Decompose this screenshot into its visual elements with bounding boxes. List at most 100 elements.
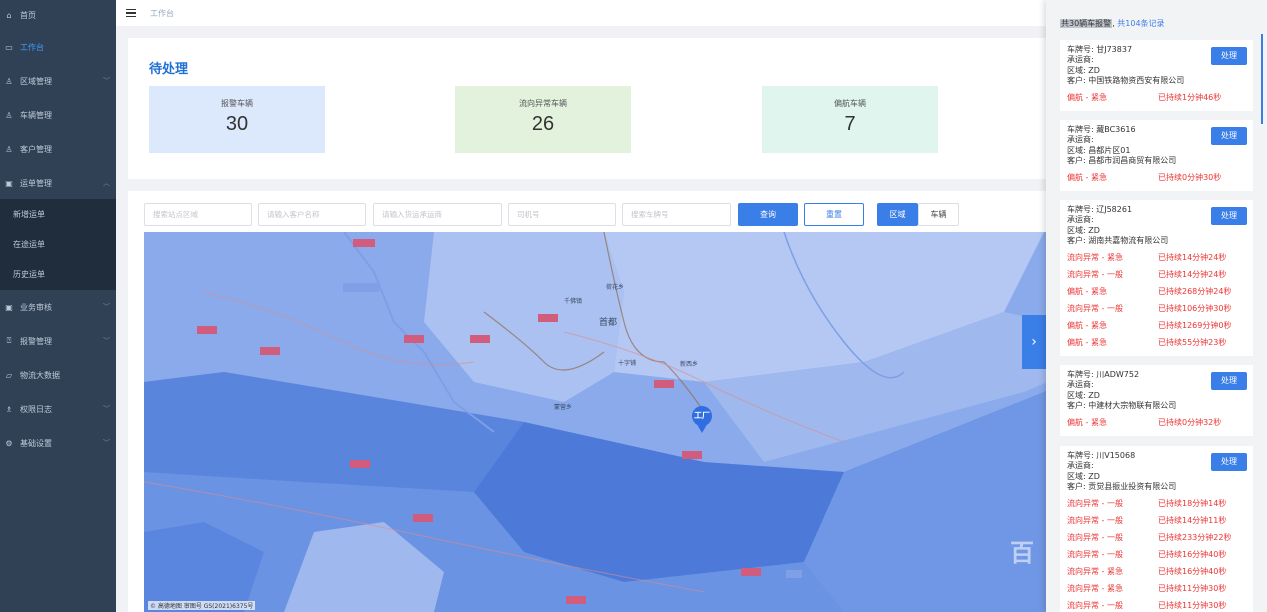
alarm-type: 偏航 - 紧急: [1067, 337, 1107, 347]
alarm-duration: 已持续16分钟40秒: [1158, 566, 1227, 576]
site-area-search-input[interactable]: 搜索站点区域: [144, 203, 252, 226]
alarm-row[interactable]: 偏航 - 紧急 已持续0分钟30秒: [1067, 169, 1246, 186]
alarm-type: 偏航 - 紧急: [1067, 320, 1107, 330]
sidebar-subitem-history-waybill[interactable]: 历史运单: [0, 259, 116, 289]
reset-button[interactable]: 重置: [804, 203, 864, 226]
alarm-record-count: 共104条记录: [1117, 19, 1165, 28]
region-icon: ♙: [5, 76, 13, 86]
alarm-duration: 已持续1269分钟0秒: [1158, 320, 1232, 330]
process-button[interactable]: 处理: [1211, 372, 1247, 390]
process-button[interactable]: 处理: [1211, 127, 1247, 145]
alarm-row[interactable]: 流向异常 - 紧急 已持续14分钟24秒: [1067, 249, 1246, 266]
sidebar-subitem-transit-waybill[interactable]: 在途运单: [0, 229, 116, 259]
alarm-summary: 共30辆车报警, 共104条记录: [1060, 18, 1165, 29]
chevron-right-icon[interactable]: ›: [1022, 315, 1046, 369]
alarm-type: 流向异常 - 一般: [1067, 269, 1123, 279]
vehicle-icon: ♙: [5, 110, 13, 120]
sidebar-item-label: 权限日志: [20, 404, 52, 414]
map-attribution: © 高德地图 审图号 GS(2021)6375号: [148, 601, 256, 610]
alarm-card-area: 区域: ZD: [1067, 65, 1100, 75]
svg-text:荷花乡: 荷花乡: [606, 283, 624, 291]
process-button[interactable]: 处理: [1211, 207, 1247, 225]
sidebar-item-customer[interactable]: ♙ 客户管理: [0, 134, 116, 164]
alarm-type: 流向异常 - 一般: [1067, 515, 1123, 525]
customer-name-input[interactable]: 请输入客户名称: [258, 203, 366, 226]
alarm-list: 偏航 - 紧急 已持续1分钟46秒: [1067, 89, 1246, 106]
stat-value: 26: [531, 113, 555, 135]
sidebar-item-region[interactable]: ♙ 区域管理 ﹀: [0, 66, 116, 96]
process-button[interactable]: 处理: [1211, 47, 1247, 65]
plate-search-input[interactable]: 搜索车牌号: [622, 203, 731, 226]
alarm-duration: 已持续14分钟24秒: [1158, 269, 1227, 279]
alarm-card[interactable]: 车牌号: 辽J58261 承运商: 区域: ZD 客户: 湖南共嘉物流有限公司 处理 流向…: [1060, 200, 1253, 357]
alarm-type: 流向异常 - 一般: [1067, 303, 1123, 313]
process-button[interactable]: 处理: [1211, 453, 1247, 471]
alarm-row[interactable]: 流向异常 - 一般 已持续16分钟40秒: [1067, 546, 1246, 563]
alarm-card[interactable]: 车牌号: 川V15068 承运商: 区域: ZD 客户: 贡觉县振业投资有限公司 处理流…: [1060, 446, 1253, 612]
alarm-type: 偏航 - 紧急: [1067, 172, 1107, 182]
sidebar-item-bigdata[interactable]: ▱ 物流大数据: [0, 360, 116, 390]
watermark: 百: [1010, 539, 1036, 567]
consignee-input[interactable]: 请输入货运承运商: [373, 203, 502, 226]
alarm-card-customer: 客户: 中建材大宗物联有限公司: [1067, 400, 1177, 410]
alarm-panel: 共30辆车报警, 共104条记录 车牌号: 甘J73837 承运商: 区域: ZD 客…: [1046, 0, 1267, 612]
sidebar-item-label: 区域管理: [20, 76, 52, 86]
alarm-card[interactable]: 车牌号: 甘J73837 承运商: 区域: ZD 客户: 中国铁路物资西安有限公司 处理…: [1060, 40, 1253, 112]
driver-number-input[interactable]: 司机号: [508, 203, 616, 226]
alarm-icon: ⍰: [6, 336, 12, 345]
alarm-row[interactable]: 流向异常 - 一般 已持续106分钟30秒: [1067, 300, 1246, 317]
alarm-list: 偏航 - 紧急 已持续0分钟32秒: [1067, 414, 1246, 431]
sidebar-item-label: 运单管理: [20, 178, 52, 188]
alarm-row[interactable]: 流向异常 - 紧急 已持续16分钟40秒: [1067, 563, 1246, 580]
alarm-card-area: 区域: ZD: [1067, 225, 1100, 235]
sidebar-item-label: 客户管理: [20, 144, 52, 154]
tab-region[interactable]: 区域: [877, 203, 918, 226]
alarm-type: 流向异常 - 一般: [1067, 498, 1123, 508]
stat-flow-abnormal-vehicles[interactable]: 流向异常车辆 26: [455, 86, 631, 153]
chevron-up-icon: ︿: [103, 179, 110, 187]
stat-alarm-vehicles[interactable]: 报警车辆 30: [149, 86, 325, 153]
sidebar-item-waybill[interactable]: ▣ 运单管理 ︿: [0, 168, 116, 198]
alarm-row[interactable]: 偏航 - 紧急 已持续1分钟46秒: [1067, 89, 1246, 106]
alarm-card-customer: 客户: 昌都市润昌商贸有限公司: [1067, 155, 1177, 165]
alarm-row[interactable]: 流向异常 - 一般 已持续11分钟30秒: [1067, 597, 1246, 612]
factory-pin-label[interactable]: 工厂: [694, 410, 710, 421]
sidebar: ⌂ 首页 ▭ 工作台 ♙ 区域管理 ﹀ ♙ 车辆管理 ♙ 客户管理 ▣ 运单管理…: [0, 0, 116, 612]
hamburger-icon[interactable]: [126, 8, 136, 18]
svg-text:新西乡: 新西乡: [680, 360, 698, 368]
query-button[interactable]: 查询: [738, 203, 798, 226]
alarm-duration: 已持续1分钟46秒: [1158, 92, 1222, 102]
permission-icon: ♗: [5, 404, 13, 414]
sidebar-item-alarm[interactable]: ⍰ 报警管理 ﹀: [0, 326, 116, 356]
alarm-summary-sep: ,: [1112, 19, 1115, 28]
chevron-down-icon: ﹀: [103, 439, 110, 447]
svg-text:蒙营乡: 蒙营乡: [554, 403, 572, 411]
alarm-list: 流向异常 - 紧急 已持续14分钟24秒流向异常 - 一般 已持续14分钟24秒偏航…: [1067, 249, 1246, 351]
alarm-row[interactable]: 偏航 - 紧急 已持续55分钟23秒: [1067, 334, 1246, 351]
alarm-row[interactable]: 流向异常 - 紧急 已持续11分钟30秒: [1067, 580, 1246, 597]
stat-deviation-vehicles[interactable]: 偏航车辆 7: [762, 86, 938, 153]
alarm-row[interactable]: 流向异常 - 一般 已持续233分钟22秒: [1067, 529, 1246, 546]
tab-vehicle[interactable]: 车辆: [918, 203, 959, 226]
alarm-row[interactable]: 偏航 - 紧急 已持续1269分钟0秒: [1067, 317, 1246, 334]
alarm-type: 偏航 - 紧急: [1067, 92, 1107, 102]
sidebar-item-home[interactable]: ⌂ 首页: [0, 0, 116, 30]
sidebar-item-audit[interactable]: ▣ 业务审核 ﹀: [0, 292, 116, 322]
alarm-row[interactable]: 流向异常 - 一般 已持续14分钟11秒: [1067, 512, 1246, 529]
alarm-row[interactable]: 偏航 - 紧急 已持续268分钟24秒: [1067, 283, 1246, 300]
scrollbar[interactable]: [1261, 34, 1263, 124]
sidebar-item-permission[interactable]: ♗ 权限日志 ﹀: [0, 394, 116, 424]
alarm-duration: 已持续233分钟22秒: [1158, 532, 1232, 542]
alarm-card[interactable]: 车牌号: 藏BC3616 承运商: 区域: 昌都片区01 客户: 昌都市润昌商贸有限公…: [1060, 120, 1253, 192]
sidebar-item-workbench[interactable]: ▭ 工作台: [0, 32, 116, 62]
alarm-row[interactable]: 流向异常 - 一般 已持续14分钟24秒: [1067, 266, 1246, 283]
alarm-type: 流向异常 - 一般: [1067, 532, 1123, 542]
sidebar-subitem-new-waybill[interactable]: 新增运单: [0, 199, 116, 229]
sidebar-item-vehicle[interactable]: ♙ 车辆管理: [0, 100, 116, 130]
alarm-row[interactable]: 偏航 - 紧急 已持续0分钟32秒: [1067, 414, 1246, 431]
sidebar-item-settings[interactable]: ⚙ 基础设置 ﹀: [0, 428, 116, 458]
stat-label: 偏航车辆: [834, 99, 866, 108]
alarm-card[interactable]: 车牌号: 川ADW752 承运商: 区域: ZD 客户: 中建材大宗物联有限公司 处理偏…: [1060, 365, 1253, 437]
breadcrumb[interactable]: 工作台: [150, 8, 174, 19]
alarm-row[interactable]: 流向异常 - 一般 已持续18分钟14秒: [1067, 495, 1246, 512]
